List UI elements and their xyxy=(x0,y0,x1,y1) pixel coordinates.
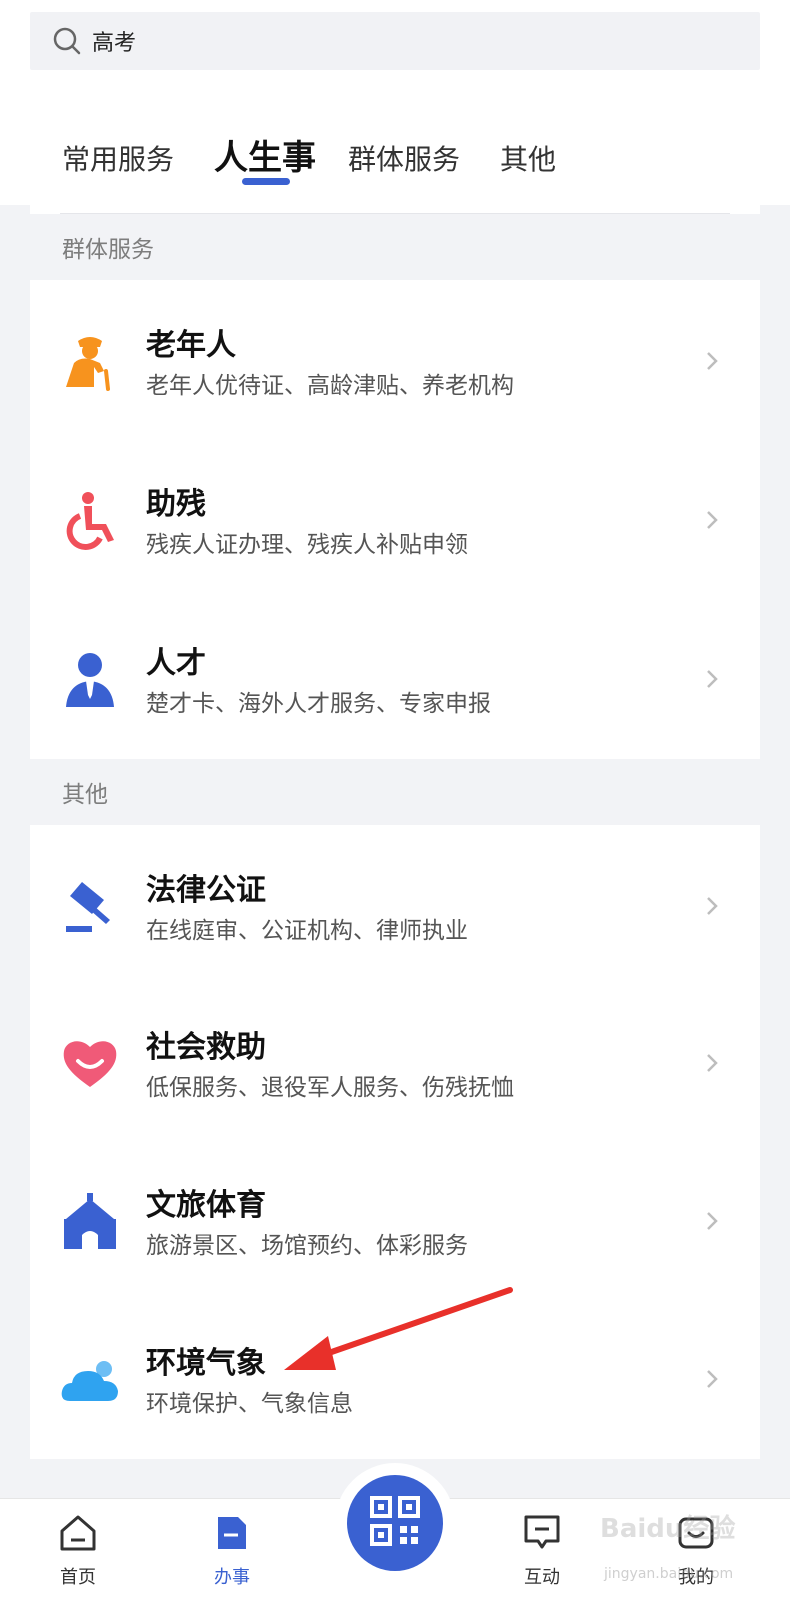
item-subtitle: 在线庭审、公证机构、律师执业 xyxy=(146,918,468,944)
elderly-icon xyxy=(60,331,120,391)
item-title: 老年人 xyxy=(146,328,236,363)
nav-label: 办事 xyxy=(214,1567,250,1588)
person-tie-icon xyxy=(60,649,120,709)
item-subtitle: 老年人优待证、高龄津贴、养老机构 xyxy=(146,373,514,399)
building-icon xyxy=(60,1191,120,1251)
nav-item-home[interactable]: 首页 xyxy=(38,1513,118,1589)
chevron-right-icon xyxy=(700,894,724,918)
chevron-right-icon xyxy=(700,1051,724,1075)
section-header-group-services: 群体服务 xyxy=(30,214,760,280)
heart-smile-icon xyxy=(60,1033,120,1093)
watermark-url: jingyan.baidu.com xyxy=(604,1566,734,1582)
chevron-right-icon xyxy=(700,1209,724,1233)
item-subtitle: 残疾人证办理、残疾人补贴申领 xyxy=(146,532,468,558)
item-subtitle: 旅游景区、场馆预约、体彩服务 xyxy=(146,1233,468,1259)
cloud-icon xyxy=(60,1349,120,1409)
list-item-social-assistance[interactable]: 社会救助 低保服务、退役军人服务、伤残抚恤 xyxy=(30,982,760,1143)
tab-group-services[interactable]: 群体服务 xyxy=(348,128,460,188)
wheelchair-icon xyxy=(60,490,120,550)
item-subtitle: 楚才卡、海外人才服务、专家申报 xyxy=(146,691,491,717)
qr-scan-button[interactable] xyxy=(347,1475,443,1571)
watermark: Baidu经验 xyxy=(600,1514,736,1544)
nav-item-interaction[interactable]: 互动 xyxy=(502,1513,582,1589)
chevron-right-icon xyxy=(700,349,724,373)
home-icon xyxy=(58,1513,98,1557)
item-title: 法律公证 xyxy=(146,873,266,908)
card-top-edge xyxy=(30,198,760,214)
search-bar[interactable] xyxy=(30,12,760,70)
list-item-talent[interactable]: 人才 楚才卡、海外人才服务、专家申报 xyxy=(30,598,760,759)
qr-code-icon xyxy=(369,1495,421,1551)
list-item-culture-tourism-sports[interactable]: 文旅体育 旅游景区、场馆预约、体彩服务 xyxy=(30,1140,760,1301)
list-item-legal[interactable]: 法律公证 在线庭审、公证机构、律师执业 xyxy=(30,825,760,986)
chevron-right-icon xyxy=(700,1367,724,1391)
item-title: 助残 xyxy=(146,487,206,522)
tab-common-services[interactable]: 常用服务 xyxy=(62,128,174,188)
active-tab-indicator xyxy=(242,178,290,185)
tab-life-events[interactable]: 人生事 xyxy=(214,124,316,184)
nav-label: 互动 xyxy=(524,1567,560,1588)
section-header-other: 其他 xyxy=(30,759,760,825)
section-title: 群体服务 xyxy=(62,237,154,263)
list-item-elderly[interactable]: 老年人 老年人优待证、高龄津贴、养老机构 xyxy=(30,280,760,441)
chat-icon xyxy=(522,1513,562,1557)
chevron-right-icon xyxy=(700,667,724,691)
section-title: 其他 xyxy=(62,782,108,808)
item-title: 文旅体育 xyxy=(146,1188,266,1223)
item-title: 社会救助 xyxy=(146,1030,266,1065)
search-input[interactable] xyxy=(92,28,692,54)
tab-bar: 常用服务 人生事 群体服务 其他 xyxy=(0,128,790,198)
search-icon xyxy=(52,26,82,56)
tab-other[interactable]: 其他 xyxy=(500,128,556,188)
document-icon xyxy=(212,1513,252,1557)
item-subtitle: 低保服务、退役军人服务、伤残抚恤 xyxy=(146,1075,514,1101)
nav-item-services[interactable]: 办事 xyxy=(192,1513,272,1589)
item-title: 人才 xyxy=(146,646,206,681)
gavel-icon xyxy=(60,876,120,936)
chevron-right-icon xyxy=(700,508,724,532)
annotation-arrow-icon xyxy=(284,1287,513,1370)
nav-label: 首页 xyxy=(60,1567,96,1588)
list-item-disability[interactable]: 助残 残疾人证办理、残疾人补贴申领 xyxy=(30,439,760,600)
item-title: 环境气象 xyxy=(146,1346,266,1381)
